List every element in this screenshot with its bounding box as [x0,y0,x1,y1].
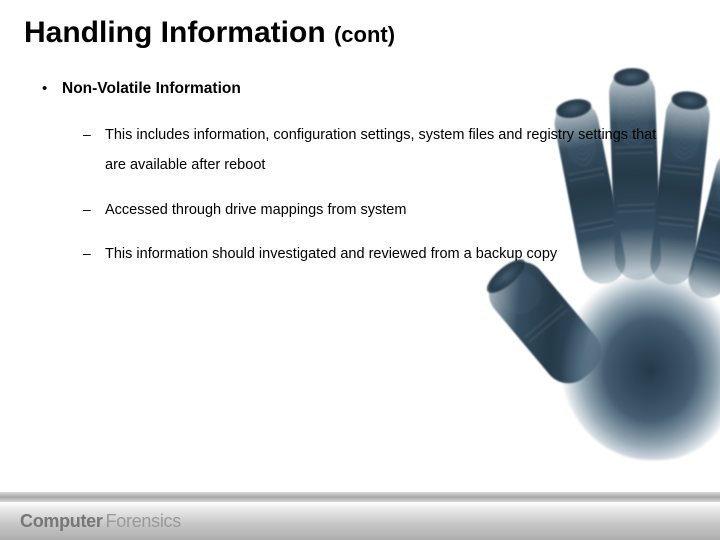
list-item: – This information should investigated a… [83,239,680,269]
section-heading: Non-Volatile Information [62,80,241,98]
dash-marker: – [83,239,105,269]
footer-word-2: Forensics [106,511,181,531]
sub-item-text: This information should investigated and… [105,239,557,269]
slide-container: Handling Information (cont) • Non-Volati… [0,0,720,540]
footer-main: ComputerForensics [0,502,720,540]
content-area: • Non-Volatile Information – This includ… [0,50,720,270]
sub-item-text: Accessed through drive mappings from sys… [105,195,406,225]
list-item: – Accessed through drive mappings from s… [83,195,680,225]
page-title: Handling Information (cont) [0,0,720,50]
sub-bullet-list: – This includes information, configurati… [42,120,680,270]
title-cont: (cont) [334,22,395,47]
footer-bar: ComputerForensics [0,492,720,540]
bullet-marker: • [42,80,62,98]
footer-strip [0,492,720,502]
title-main: Handling Information [24,16,326,49]
sub-item-text: This includes information, configuration… [105,120,680,181]
section-bullet: • Non-Volatile Information [42,80,680,98]
footer-word-1: Computer [20,511,103,531]
dash-marker: – [83,120,105,181]
footer-title: ComputerForensics [20,511,181,532]
list-item: – This includes information, configurati… [83,120,680,181]
dash-marker: – [83,195,105,225]
